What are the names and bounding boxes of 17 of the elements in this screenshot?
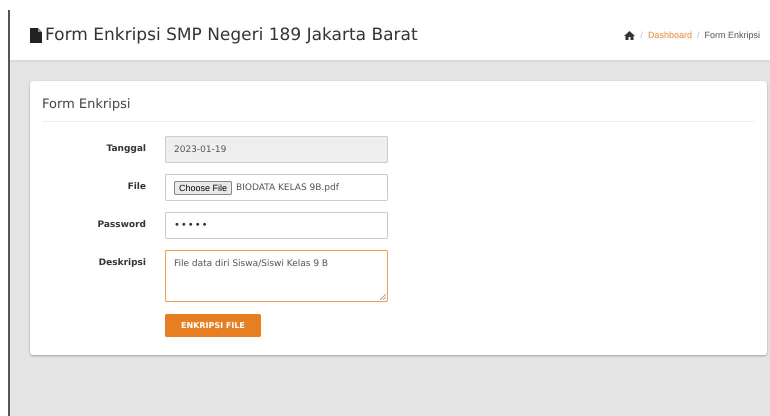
page-title: Form Enkripsi SMP Negeri 189 Jakarta Barat	[45, 25, 418, 45]
resize-grip-icon[interactable]	[380, 294, 386, 300]
breadcrumb-current: Form Enkripsi	[704, 30, 760, 40]
file-field[interactable]: Choose File BIODATA KELAS 9B.pdf	[165, 174, 388, 201]
card-title: Form Enkripsi	[42, 97, 130, 114]
home-icon[interactable]	[624, 30, 636, 40]
document-icon	[30, 28, 42, 42]
description-field[interactable]: File data diri Siswa/Siswi Kelas 9 B	[165, 250, 388, 302]
field-label: Deskripsi	[98, 257, 146, 268]
breadcrumb-separator: /	[696, 30, 700, 40]
choose-file-button[interactable]: Choose File	[174, 180, 232, 194]
field-label: Tanggal	[105, 143, 146, 154]
password-field[interactable]: •••••	[165, 212, 388, 239]
field-label: File	[126, 181, 146, 192]
file-name: BIODATA KELAS 9B.pdf	[236, 182, 339, 192]
breadcrumb-separator: /	[640, 30, 643, 40]
field-label: Password	[96, 219, 146, 230]
